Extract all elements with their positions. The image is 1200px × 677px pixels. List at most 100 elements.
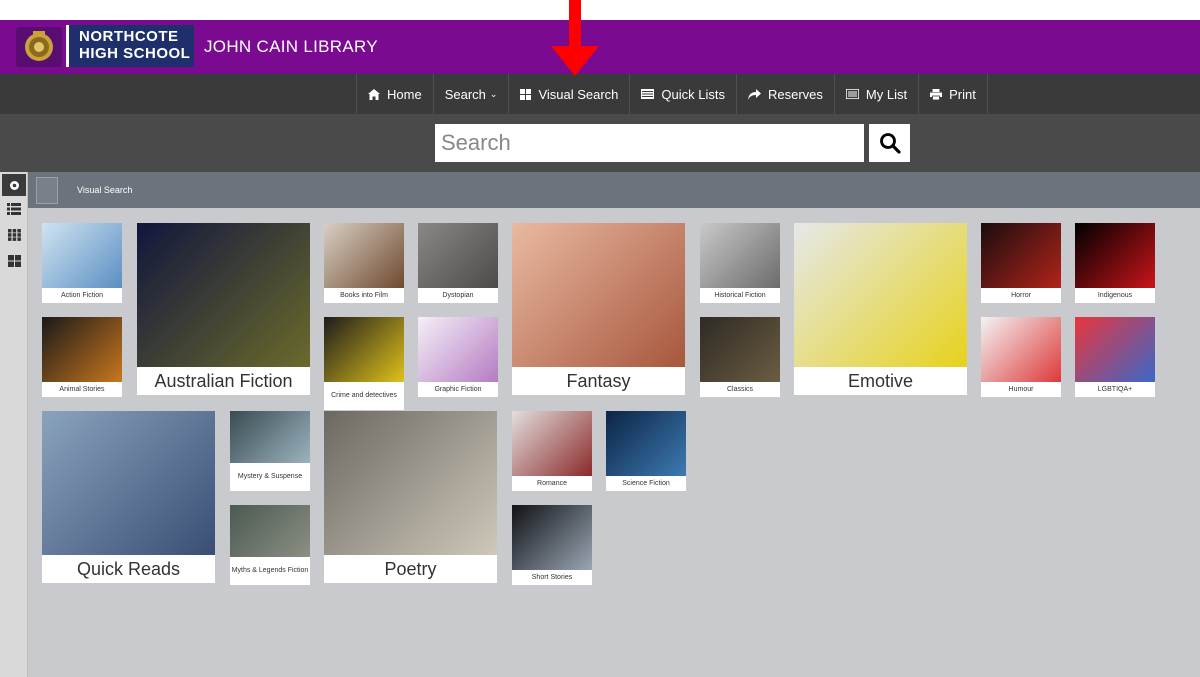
tile-lgbtiqa[interactable]: LGBTIQA+ [1075,317,1155,397]
tile-historical-fiction[interactable]: Historical Fiction [700,223,780,303]
tile-australian-fiction[interactable]: Australian Fiction [137,223,310,395]
settings-button[interactable] [2,174,26,196]
tile-myths-and-legends[interactable]: Myths & Legends Fiction [230,505,310,585]
tile-horror[interactable]: Horror [981,223,1061,303]
nav-visual-search-label: Visual Search [538,86,619,102]
tile-image [700,317,780,382]
tile-label: Books into Film [324,288,404,303]
main-navbar: Home Search ⌄ Visual Search Quick Lists … [0,74,1200,114]
tile-label: Short Stories [512,570,592,585]
home-icon [368,88,380,100]
tile-label: Animal Stories [42,382,122,397]
tile-image [418,223,498,288]
nav-print-label: Print [949,86,976,102]
nav-search-dropdown[interactable]: Search ⌄ [432,74,509,114]
tile-label: Crime and detectives [324,382,404,410]
tile-short-stories[interactable]: Short Stories [512,505,592,585]
tile-image [981,223,1061,288]
list-view-icon [7,203,21,215]
tile-graphic-fiction[interactable]: Graphic Fiction [418,317,498,397]
tile-crime-and-detectives[interactable]: Crime and detectives [324,317,404,410]
nav-home[interactable]: Home [356,74,433,114]
large-grid-view-button[interactable] [2,250,26,272]
tile-science-fiction[interactable]: Science Fiction [606,411,686,491]
list-view-button[interactable] [2,198,26,220]
nav-items: Home Search ⌄ Visual Search Quick Lists … [356,74,988,114]
tile-quick-reads[interactable]: Quick Reads [42,411,215,583]
breadcrumb-current: Visual Search [77,185,133,195]
tile-image [794,223,967,367]
tile-label: Classics [700,382,780,397]
tile-indigenous[interactable]: Indigenous [1075,223,1155,303]
search-input[interactable] [435,124,864,162]
tile-image [42,411,215,555]
tile-label: Emotive [794,367,967,395]
tile-image [230,411,310,463]
school-name-line2: HIGH SCHOOL [79,45,191,62]
tile-label: Poetry [324,555,497,583]
nav-my-list[interactable]: My List [833,74,918,114]
tile-emotive[interactable]: Emotive [794,223,967,395]
school-crest-icon [16,27,62,67]
tile-fantasy[interactable]: Fantasy [512,223,685,395]
nav-home-label: Home [387,86,422,102]
tile-image [324,317,404,382]
library-name: JOHN CAIN LIBRARY [204,37,378,56]
nav-reserves[interactable]: Reserves [736,74,834,114]
tile-label: Historical Fiction [700,288,780,303]
search-button[interactable] [869,124,910,162]
list-alt-icon [845,89,859,99]
tile-dystopian[interactable]: Dystopian [418,223,498,303]
small-grid-icon [7,229,21,241]
nav-my-list-label: My List [865,86,908,102]
school-logo[interactable]: NORTHCOTE HIGH SCHOOL [66,25,194,67]
nav-quick-lists[interactable]: Quick Lists [629,74,736,114]
tile-humour[interactable]: Humour [981,317,1061,397]
tile-image [981,317,1061,382]
tile-label: Dystopian [418,288,498,303]
tile-label: Science Fiction [606,476,686,491]
school-name-line1: NORTHCOTE [79,28,179,45]
breadcrumb-toggle[interactable] [36,177,58,204]
tile-label: Graphic Fiction [418,382,498,397]
tile-image [42,223,122,288]
tile-classics[interactable]: Classics [700,317,780,397]
tile-image [512,411,592,476]
nav-search-label: Search [444,86,486,102]
tile-label: Humour [981,382,1061,397]
gear-icon [9,180,19,190]
tile-label: Romance [512,476,592,491]
grid-icon [520,88,532,100]
tile-label: Myths & Legends Fiction [230,557,310,585]
tile-animal-stories[interactable]: Animal Stories [42,317,122,397]
tile-image [512,223,685,367]
tile-image [324,223,404,288]
tile-romance[interactable]: Romance [512,411,592,491]
tile-label: LGBTIQA+ [1075,382,1155,397]
tile-mystery-and-suspense[interactable]: Mystery & Suspense [230,411,310,491]
share-icon [748,88,761,100]
tile-image [230,505,310,557]
tile-image [700,223,780,288]
tile-poetry[interactable]: Poetry [324,411,497,583]
tile-image [1075,317,1155,382]
tile-image [137,223,310,367]
list-icon [641,89,655,99]
tile-label: Mystery & Suspense [230,463,310,491]
tile-action-fiction[interactable]: Action Fiction [42,223,122,303]
tile-books-into-film[interactable]: Books into Film [324,223,404,303]
tile-label: Quick Reads [42,555,215,583]
nav-reserves-label: Reserves [768,86,823,102]
tile-label: Horror [981,288,1061,303]
red-arrow-annotation [551,0,599,76]
breadcrumb: Visual Search [28,172,1200,208]
tile-image [418,317,498,382]
left-toolbar [0,172,28,677]
small-grid-view-button[interactable] [2,224,26,246]
tile-label: Action Fiction [42,288,122,303]
tile-image [512,505,592,570]
tile-image [1075,223,1155,288]
nav-visual-search[interactable]: Visual Search [508,74,629,114]
nav-print[interactable]: Print [918,74,988,114]
tile-label: Australian Fiction [137,367,310,395]
